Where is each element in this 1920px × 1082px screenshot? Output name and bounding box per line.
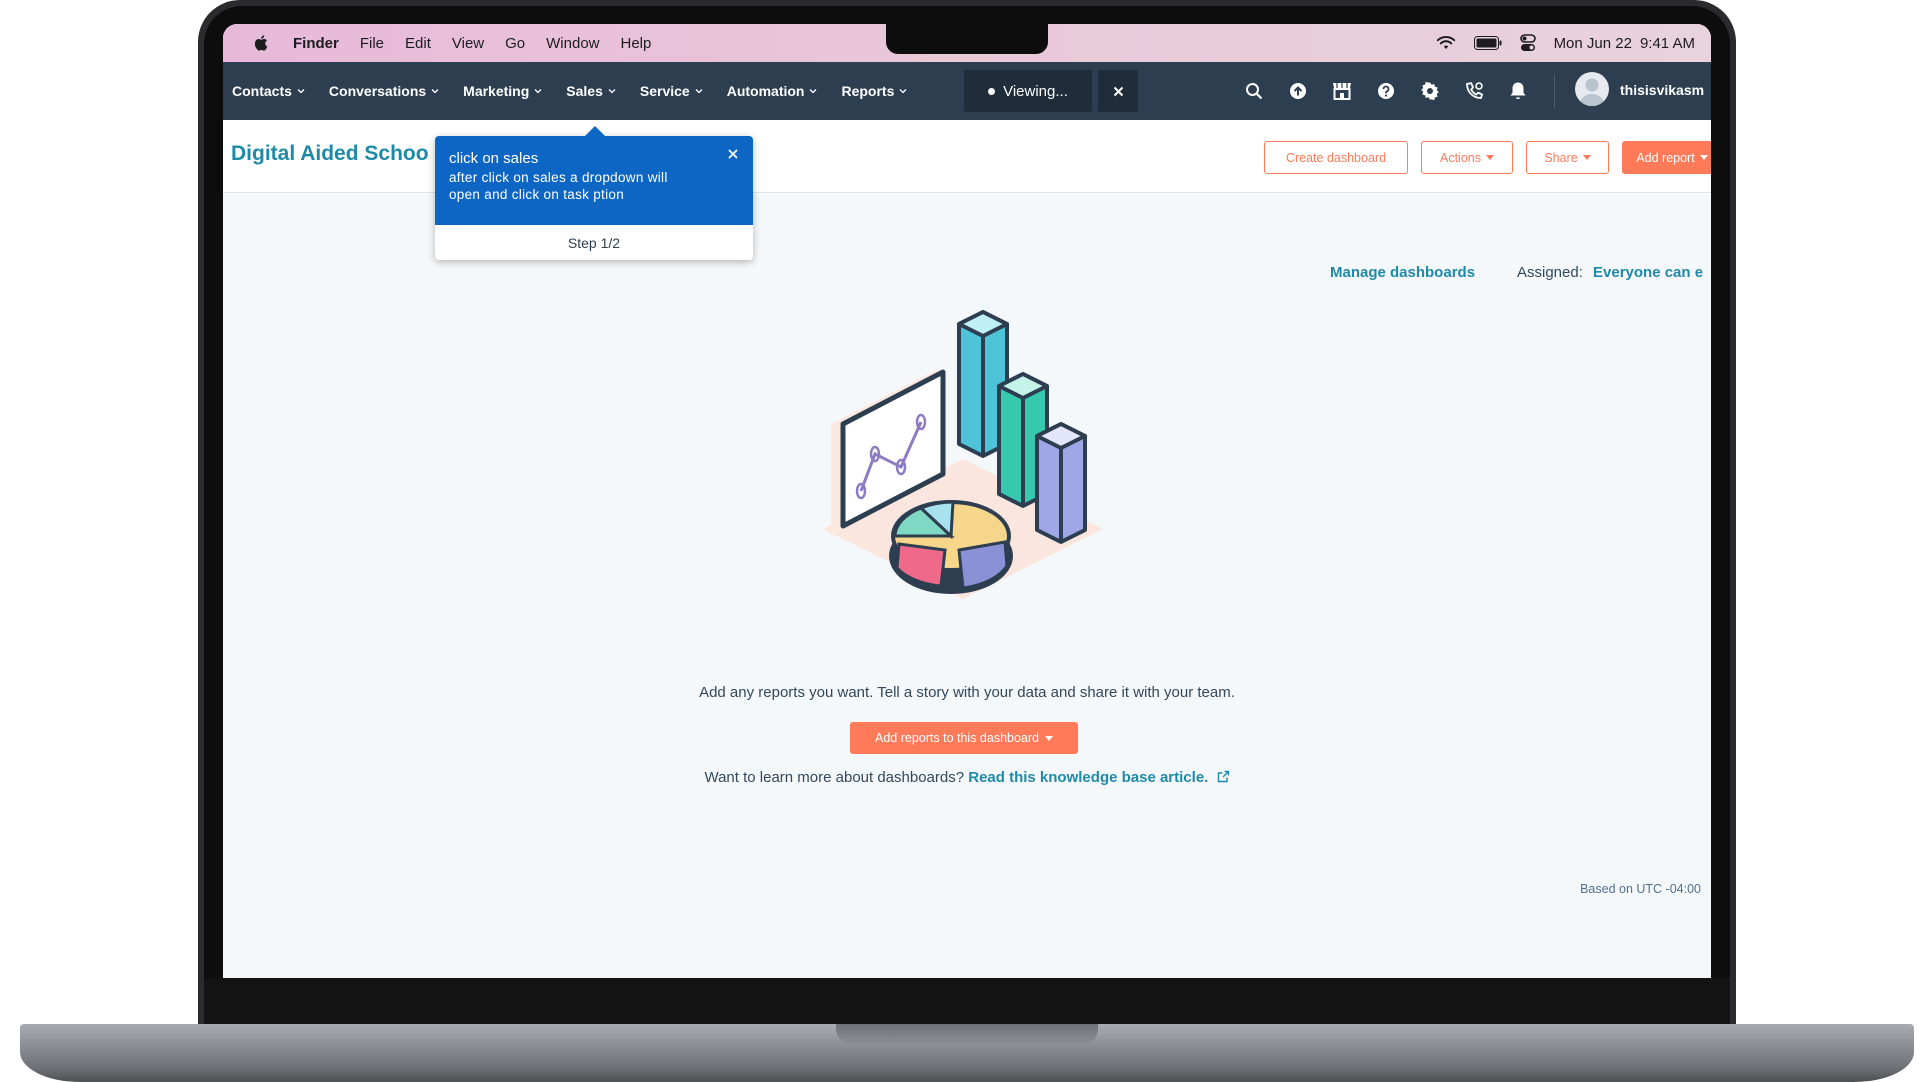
chevron-down-icon <box>534 89 542 94</box>
calling-icon[interactable] <box>1463 80 1485 102</box>
nav-item-marketing[interactable]: Marketing <box>463 83 542 99</box>
learn-more-prefix: Want to learn more about dashboards? <box>704 769 965 786</box>
add-report-button[interactable]: Add report <box>1622 141 1711 174</box>
page-title[interactable]: Digital Aided Schoo <box>231 142 429 166</box>
assigned-value-link[interactable]: Everyone can e <box>1593 264 1703 281</box>
learn-more-line: Want to learn more about dashboards? Rea… <box>223 769 1711 786</box>
close-icon <box>1113 86 1123 96</box>
nav-divider <box>1554 74 1555 108</box>
external-link-icon[interactable] <box>1217 770 1230 783</box>
menu-time: 9:41 AM <box>1639 34 1695 52</box>
add-reports-label: Add reports to this dashboard <box>875 731 1039 745</box>
empty-dashboard-illustration <box>823 310 1103 599</box>
camera-notch <box>886 24 1048 54</box>
settings-icon[interactable] <box>1419 80 1441 102</box>
chevron-down-icon <box>810 89 817 94</box>
upgrade-icon[interactable] <box>1287 80 1309 102</box>
nav-item-sales[interactable]: Sales <box>566 83 616 99</box>
knowledge-base-link[interactable]: Read this knowledge base article. <box>968 769 1208 786</box>
menu-status-area: Mon Jun 22 9:41 AM <box>1436 24 1695 62</box>
help-icon[interactable] <box>1375 80 1397 102</box>
menu-go[interactable]: Go <box>505 35 525 52</box>
nav-item-label: Automation <box>726 83 805 99</box>
user-avatar-icon <box>1579 78 1605 106</box>
close-icon[interactable] <box>727 148 739 160</box>
tooltip-body: click on sales after click on sales a dr… <box>435 136 753 225</box>
empty-state-message: Add any reports you want. Tell a story w… <box>699 684 1235 701</box>
control-center-icon[interactable] <box>1519 34 1536 52</box>
laptop-bezel-bottom <box>204 978 1730 1030</box>
manage-dashboards-link[interactable]: Manage dashboards <box>1330 264 1475 281</box>
nav-item-conversations[interactable]: Conversations <box>329 83 439 99</box>
actions-label: Actions <box>1440 150 1481 165</box>
walkthrough-tooltip: click on sales after click on sales a dr… <box>435 126 753 260</box>
menu-window[interactable]: Window <box>546 35 599 52</box>
viewing-close-button[interactable] <box>1098 70 1138 112</box>
tooltip-title: click on sales <box>449 150 539 167</box>
screen: Finder File Edit View Go Window Help Mon… <box>223 24 1711 978</box>
add-reports-to-dashboard-button[interactable]: Add reports to this dashboard <box>850 722 1078 754</box>
nav-item-service[interactable]: Service <box>640 83 703 99</box>
caret-down-icon <box>1582 155 1591 160</box>
marketplace-icon[interactable] <box>1331 80 1353 102</box>
account-username[interactable]: thisisvikasm <box>1620 82 1704 98</box>
add-report-label: Add report <box>1636 150 1695 165</box>
share-label: Share <box>1544 150 1578 165</box>
timezone-note: Based on UTC -04:00 <box>1580 882 1701 896</box>
assigned-label: Assigned: <box>1517 264 1583 281</box>
battery-icon[interactable] <box>1473 36 1502 50</box>
menu-help[interactable]: Help <box>621 35 652 52</box>
apple-icon[interactable] <box>253 33 271 53</box>
avatar[interactable] <box>1575 72 1609 106</box>
chevron-down-icon <box>297 89 305 94</box>
nav-item-label: Service <box>639 83 690 99</box>
nav-item-reports[interactable]: Reports <box>841 83 907 99</box>
nav-utility-icons <box>1243 62 1551 120</box>
nav-item-label: Contacts <box>232 83 292 99</box>
menu-app-name[interactable]: Finder <box>293 35 339 52</box>
dashboard-content: Manage dashboards Assigned: Everyone can… <box>223 194 1711 978</box>
notifications-icon[interactable] <box>1507 80 1529 102</box>
chevron-down-icon <box>695 89 703 94</box>
actions-button[interactable]: Actions <box>1421 141 1513 174</box>
share-button[interactable]: Share <box>1526 141 1609 174</box>
menu-date: Mon Jun 22 <box>1553 34 1632 52</box>
menu-file[interactable]: File <box>360 35 384 52</box>
create-dashboard-label: Create dashboard <box>1285 150 1387 165</box>
viewing-label: Viewing... <box>1003 82 1068 100</box>
menu-edit[interactable]: Edit <box>405 35 431 52</box>
menu-view[interactable]: View <box>452 35 484 52</box>
nav-item-contacts[interactable]: Contacts <box>232 83 305 99</box>
search-icon[interactable] <box>1243 80 1265 102</box>
create-dashboard-button[interactable]: Create dashboard <box>1264 141 1408 174</box>
nav-item-label: Marketing <box>463 83 530 99</box>
tooltip-text-line-1: after click on sales a dropdown will <box>449 170 668 185</box>
wifi-icon[interactable] <box>1436 35 1456 51</box>
recording-dot-icon <box>988 87 996 95</box>
viewing-indicator[interactable]: Viewing... <box>964 70 1092 112</box>
nav-item-automation[interactable]: Automation <box>727 83 818 99</box>
laptop-base-notch <box>836 1024 1098 1046</box>
caret-down-icon <box>1045 735 1053 741</box>
tooltip-text-line-2: open and click on task ption <box>449 187 625 202</box>
caret-down-icon <box>1486 155 1494 160</box>
tooltip-step-indicator: Step 1/2 <box>567 234 621 251</box>
nav-item-label: Conversations <box>328 83 427 99</box>
chevron-down-icon <box>899 89 907 94</box>
top-navigation: Contacts Conversations Marketing Sales S… <box>223 62 1711 120</box>
nav-item-label: Sales <box>566 83 603 99</box>
nav-item-label: Reports <box>841 83 895 99</box>
chevron-down-icon <box>431 89 439 94</box>
caret-down-icon <box>1699 155 1708 160</box>
chevron-down-icon <box>608 89 616 94</box>
